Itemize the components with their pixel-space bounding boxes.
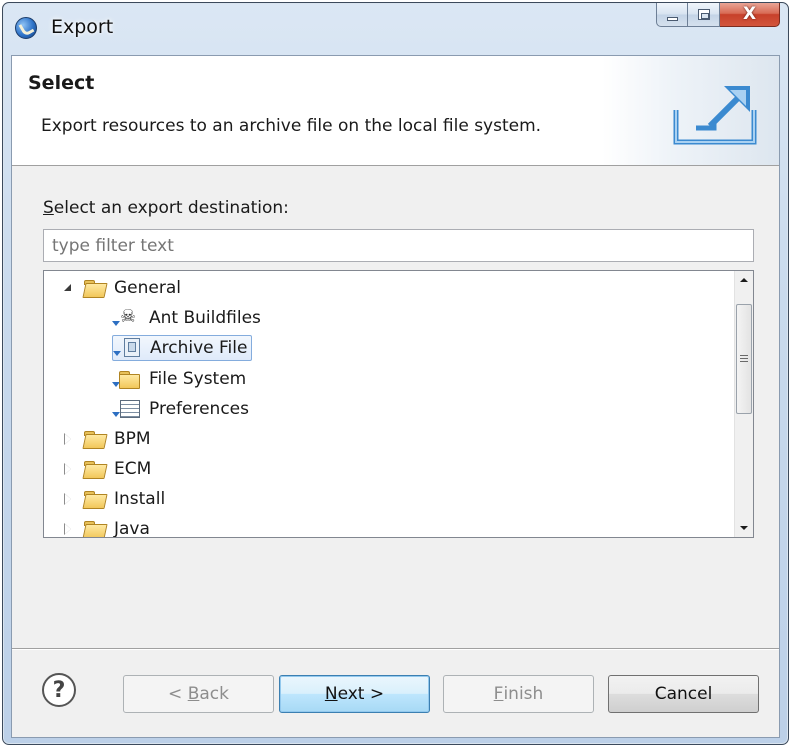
eclipse-app-icon <box>15 17 37 39</box>
dialog-content: Select Export resources to an archive fi… <box>11 55 780 738</box>
page-description: Export resources to an archive file on t… <box>41 116 542 136</box>
selection-highlight: Archive File <box>112 335 253 361</box>
tree-item-label: General <box>114 278 181 298</box>
collapse-toggle-icon[interactable] <box>62 282 74 294</box>
expand-toggle-icon[interactable] <box>62 523 74 535</box>
back-button[interactable]: < Back <box>123 675 274 713</box>
tree-item-label: ECM <box>114 459 152 479</box>
archive-file-icon <box>113 337 143 359</box>
expand-toggle-icon[interactable] <box>62 493 74 505</box>
open-folder-icon <box>83 277 107 299</box>
destination-tree[interactable]: General Ant Buildfiles Archive File File… <box>43 270 754 538</box>
folder-icon <box>83 428 107 450</box>
folder-icon <box>83 458 107 480</box>
scroll-down-icon[interactable] <box>735 519 753 537</box>
maximize-icon <box>698 9 710 20</box>
export-wizard-icon <box>673 86 757 145</box>
tree-item-label: BPM <box>114 429 151 449</box>
header-banner <box>602 56 779 165</box>
tree-item-label: Java <box>114 519 150 538</box>
expand-toggle-icon[interactable] <box>62 463 74 475</box>
page-title: Select <box>28 72 95 94</box>
tree-item-file-system[interactable]: File System <box>112 364 247 394</box>
tree-item-install[interactable]: Install <box>62 484 165 514</box>
next-button[interactable]: Next > <box>279 675 430 713</box>
finish-button[interactable]: Finish <box>443 675 594 713</box>
tree-item-label: Ant Buildfiles <box>149 308 261 328</box>
preferences-icon <box>112 398 142 420</box>
scroll-up-icon[interactable] <box>735 271 753 289</box>
title-bar[interactable]: Export X <box>3 3 788 55</box>
maximize-button[interactable] <box>688 3 720 27</box>
tree-item-label: Install <box>114 489 166 509</box>
tree-item-label: Archive File <box>150 338 248 358</box>
filter-input[interactable] <box>43 229 754 262</box>
tree-item-general[interactable]: General <box>62 273 181 303</box>
tree-item-label: File System <box>149 369 247 389</box>
close-button[interactable]: X <box>720 3 780 27</box>
caption-buttons: X <box>656 3 780 31</box>
cancel-button[interactable]: Cancel <box>608 675 759 713</box>
tree-item-label: Preferences <box>149 399 249 419</box>
folder-icon <box>83 488 107 510</box>
grip-icon <box>740 355 748 362</box>
scrollbar-thumb[interactable] <box>736 304 752 414</box>
tree-item-bpm[interactable]: BPM <box>62 424 151 454</box>
expand-toggle-icon[interactable] <box>62 433 74 445</box>
wizard-header: Select Export resources to an archive fi… <box>12 56 779 166</box>
minimize-icon <box>667 17 678 21</box>
tree-scrollbar[interactable] <box>734 271 753 537</box>
help-icon[interactable]: ? <box>42 673 76 707</box>
tree-item-ant-buildfiles[interactable]: Ant Buildfiles <box>112 303 261 333</box>
tree-item-archive-file[interactable]: Archive File <box>112 333 253 363</box>
close-icon: X <box>742 4 757 24</box>
window-title: Export <box>51 16 114 38</box>
folder-icon <box>112 368 142 390</box>
destination-label: Select an export destination: <box>43 198 289 218</box>
minimize-button[interactable] <box>656 3 688 27</box>
tree-item-preferences[interactable]: Preferences <box>112 394 249 424</box>
tree-item-java[interactable]: Java <box>62 514 150 538</box>
tree-item-ecm[interactable]: ECM <box>62 454 151 484</box>
ant-icon <box>112 306 142 329</box>
button-bar-separator <box>12 648 779 650</box>
folder-icon <box>83 518 107 537</box>
export-dialog: Export X Select Export resources to an a… <box>2 2 789 745</box>
